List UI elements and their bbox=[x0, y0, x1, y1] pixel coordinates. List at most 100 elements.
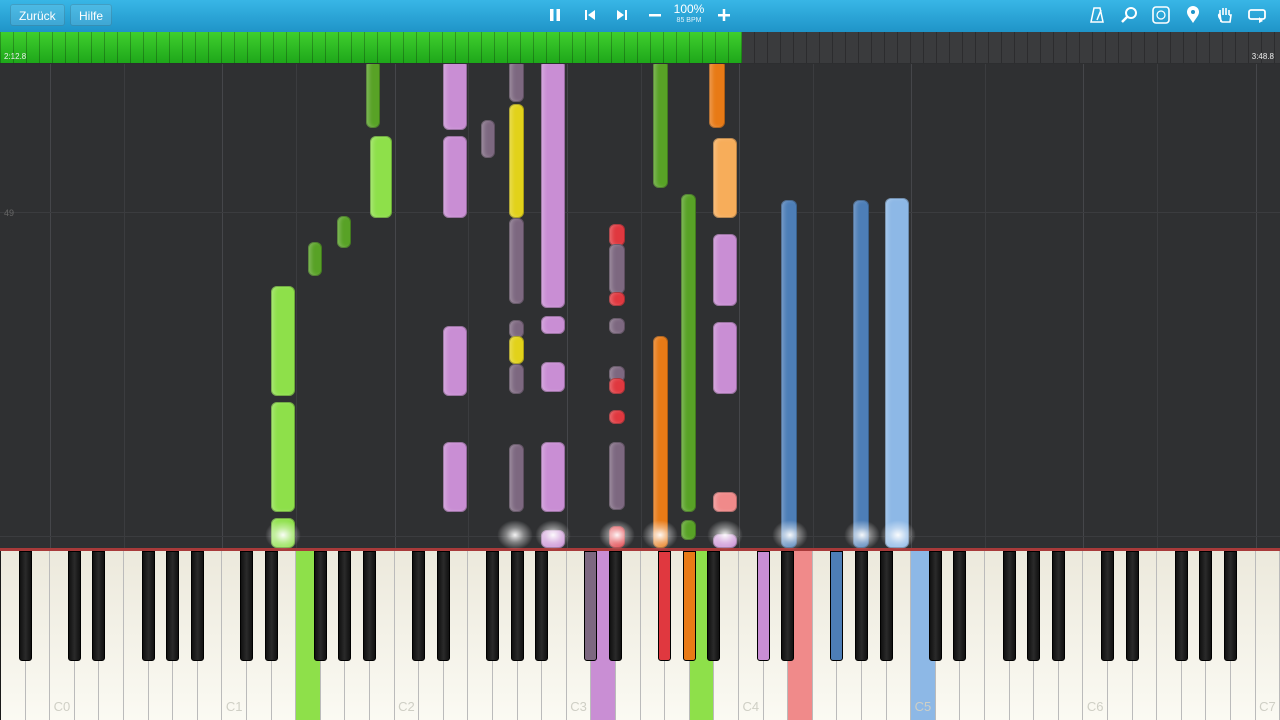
black-key[interactable] bbox=[830, 551, 844, 661]
note-bar bbox=[541, 316, 565, 334]
black-key[interactable] bbox=[1199, 551, 1213, 661]
metronome-icon[interactable] bbox=[1086, 4, 1108, 26]
black-key[interactable] bbox=[510, 551, 524, 661]
note-bar bbox=[509, 104, 524, 218]
octave-label: C1 bbox=[225, 699, 243, 714]
black-key[interactable] bbox=[707, 551, 721, 661]
note-bar bbox=[443, 442, 467, 512]
key-hit-glow bbox=[265, 520, 301, 550]
help-button[interactable]: Hilfe bbox=[70, 4, 113, 26]
key-hit-glow bbox=[707, 520, 743, 550]
black-key[interactable] bbox=[141, 551, 155, 661]
pause-icon[interactable] bbox=[544, 4, 566, 26]
speed-display: 100% 85 BPM bbox=[668, 3, 710, 25]
measure-line bbox=[0, 536, 1280, 537]
hand-icon[interactable] bbox=[1214, 4, 1236, 26]
black-key[interactable] bbox=[658, 551, 672, 661]
note-bar bbox=[713, 234, 737, 306]
grid-line bbox=[1083, 64, 1085, 548]
black-key[interactable] bbox=[535, 551, 549, 661]
note-bar bbox=[443, 64, 467, 130]
black-key[interactable] bbox=[363, 551, 376, 661]
keyboard-label-icon[interactable] bbox=[1150, 4, 1172, 26]
measure-number: 49 bbox=[4, 208, 15, 218]
grid-line bbox=[1255, 64, 1257, 548]
piano-keyboard[interactable]: C0 C1 C2 C3 C4 C5 C6 C7 bbox=[0, 548, 1280, 720]
octave-label: C2 bbox=[398, 699, 415, 714]
note-bar bbox=[609, 378, 625, 394]
octave-label: C4 bbox=[742, 699, 760, 714]
progress-ticks bbox=[0, 32, 1280, 63]
white-key[interactable]: C7 bbox=[1255, 551, 1280, 720]
note-bar bbox=[653, 64, 668, 188]
elapsed-time: 2:12.8 bbox=[4, 52, 27, 61]
note-bar bbox=[853, 200, 869, 548]
black-key[interactable] bbox=[412, 551, 426, 661]
note-bar bbox=[709, 64, 725, 128]
note-bar bbox=[509, 364, 524, 394]
plus-icon[interactable] bbox=[713, 4, 735, 26]
black-key[interactable] bbox=[756, 551, 770, 661]
marker-icon[interactable] bbox=[1182, 4, 1204, 26]
note-bar bbox=[681, 194, 696, 512]
black-key[interactable] bbox=[240, 551, 253, 661]
minus-icon[interactable] bbox=[644, 4, 666, 26]
black-key[interactable] bbox=[436, 551, 450, 661]
piano-roll: 49 bbox=[0, 64, 1280, 548]
note-bar bbox=[366, 64, 380, 128]
black-key[interactable] bbox=[682, 551, 696, 661]
note-bar bbox=[609, 410, 625, 424]
note-bar bbox=[271, 286, 295, 396]
black-key[interactable] bbox=[67, 551, 81, 661]
octave-label: C3 bbox=[570, 699, 587, 714]
note-bar bbox=[509, 64, 524, 102]
black-key[interactable] bbox=[928, 551, 942, 661]
black-key[interactable] bbox=[1224, 551, 1237, 661]
black-key[interactable] bbox=[18, 551, 32, 661]
black-key[interactable] bbox=[1101, 551, 1114, 661]
note-bar bbox=[308, 242, 322, 276]
key-hit-glow bbox=[642, 520, 678, 550]
black-key[interactable] bbox=[486, 551, 499, 661]
black-key[interactable] bbox=[781, 551, 795, 661]
note-bar bbox=[681, 520, 696, 540]
skip-back-icon[interactable] bbox=[579, 4, 601, 26]
black-key[interactable] bbox=[338, 551, 352, 661]
octave-label: C6 bbox=[1086, 699, 1104, 714]
grid-line bbox=[468, 64, 470, 548]
black-key[interactable] bbox=[190, 551, 204, 661]
progress-bar[interactable]: 2:12.8 3:48.8 bbox=[0, 32, 1280, 63]
note-bar bbox=[713, 138, 737, 218]
note-bar bbox=[509, 444, 524, 512]
note-bar bbox=[541, 362, 565, 392]
note-bar bbox=[443, 136, 467, 218]
note-bar bbox=[541, 64, 565, 308]
skip-forward-icon[interactable] bbox=[611, 4, 633, 26]
black-key[interactable] bbox=[1027, 551, 1041, 661]
black-key[interactable] bbox=[166, 551, 180, 661]
loop-icon[interactable] bbox=[1246, 4, 1268, 26]
zoom-icon[interactable] bbox=[1118, 4, 1140, 26]
black-key[interactable] bbox=[1002, 551, 1016, 661]
black-key[interactable] bbox=[855, 551, 868, 661]
black-key[interactable] bbox=[879, 551, 893, 661]
key-hit-glow bbox=[880, 520, 916, 550]
note-bar bbox=[713, 492, 737, 512]
speed-percent: 100% bbox=[673, 2, 705, 16]
black-key[interactable] bbox=[1174, 551, 1188, 661]
black-key[interactable] bbox=[584, 551, 598, 661]
note-bar bbox=[481, 120, 495, 158]
back-button[interactable]: Zurück bbox=[10, 4, 65, 26]
black-key[interactable] bbox=[92, 551, 106, 661]
black-key[interactable] bbox=[1125, 551, 1139, 661]
grid-line bbox=[394, 64, 396, 548]
black-key[interactable] bbox=[1051, 551, 1065, 661]
note-bar bbox=[271, 402, 295, 512]
note-bar bbox=[781, 200, 797, 548]
black-key[interactable] bbox=[609, 551, 622, 661]
black-key[interactable] bbox=[264, 551, 278, 661]
black-key[interactable] bbox=[953, 551, 967, 661]
note-bar bbox=[609, 292, 625, 306]
black-key[interactable] bbox=[313, 551, 327, 661]
octave-label: C5 bbox=[914, 699, 932, 714]
